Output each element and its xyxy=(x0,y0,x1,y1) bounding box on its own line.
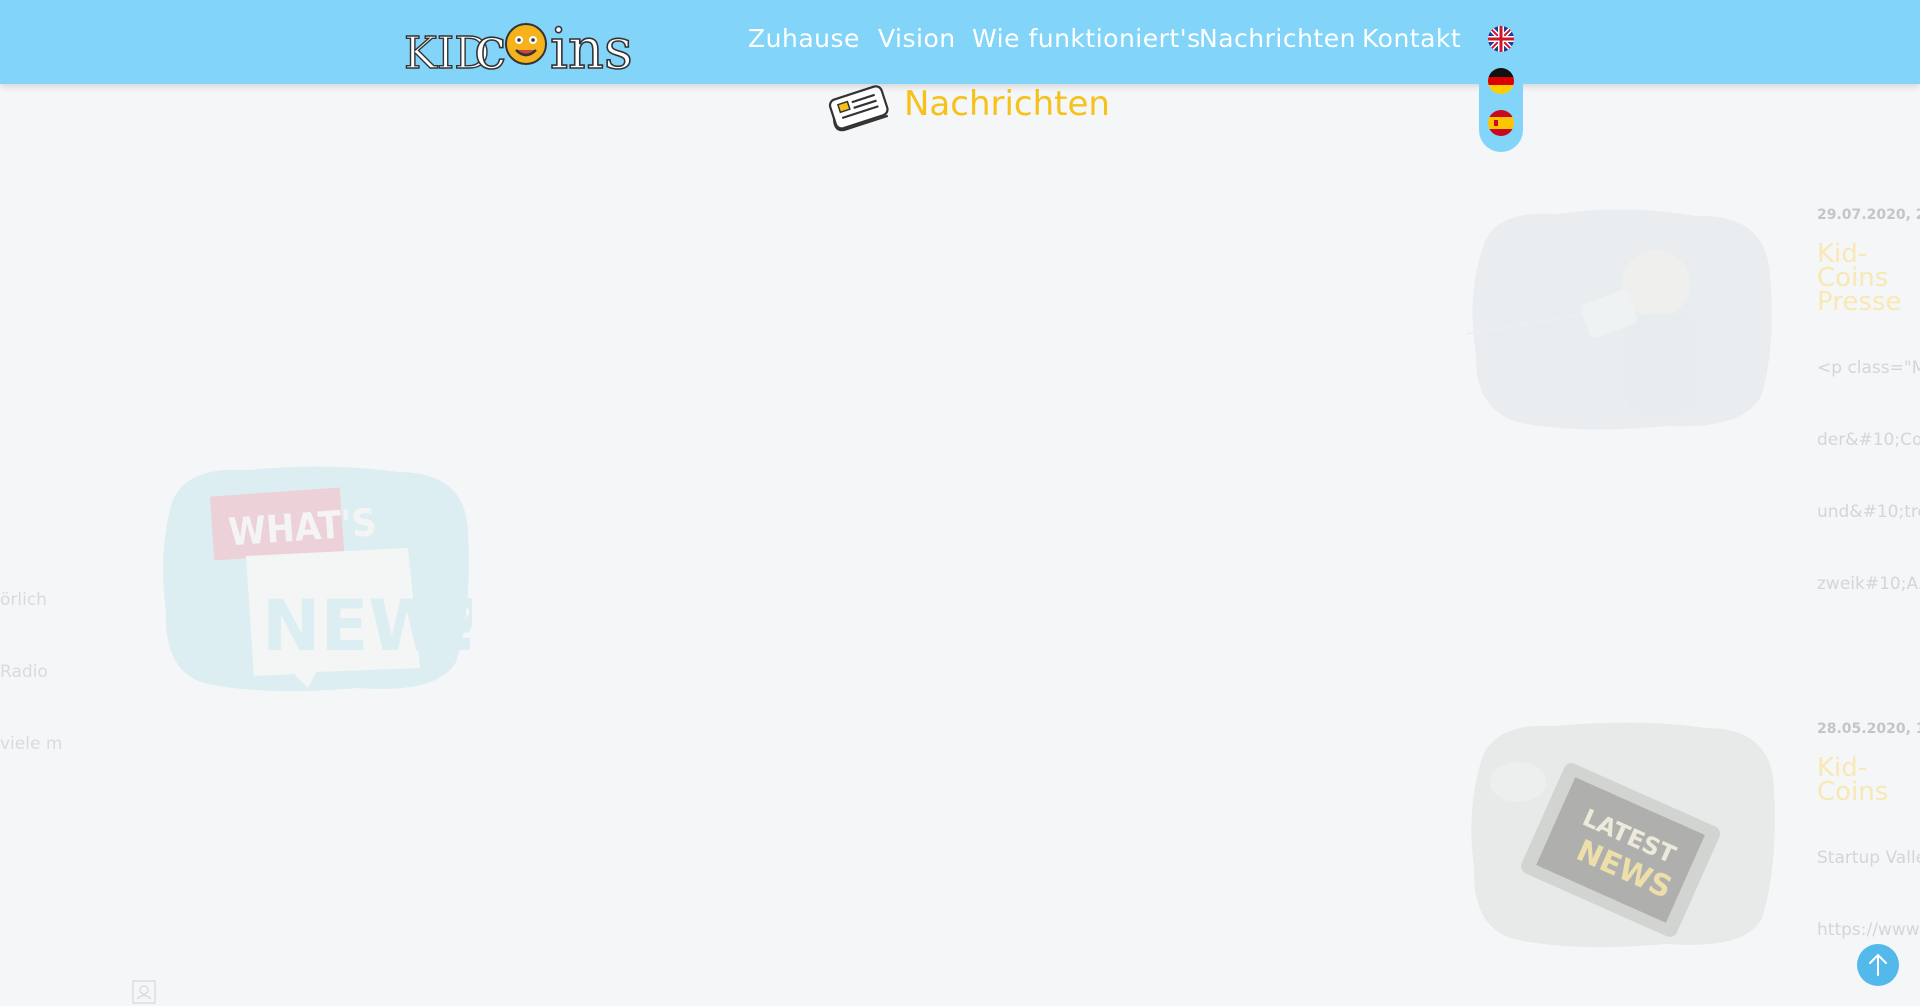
nav-wie-funktionierts[interactable]: Wie funktioniert's xyxy=(972,24,1201,53)
excerpt-line: viele m xyxy=(0,734,63,754)
excerpt-line: örlich xyxy=(0,590,47,610)
news-item-1[interactable]: 29.07.2020, 23: Kid-Coins Presse <p clas… xyxy=(1466,204,1920,594)
news-excerpt: <p class="Mo der&#10;Cov und&#10;tre zwe… xyxy=(1817,308,1920,644)
news-item-2[interactable]: LATEST NEWS 28.05.2020, 15: Kid-Coins St… xyxy=(1466,718,1920,958)
news-date: 28.05.2020, 15: xyxy=(1817,721,1920,737)
arrow-up-icon xyxy=(1869,953,1887,976)
news-title-line: Kid-Coins xyxy=(1817,239,1889,293)
cut-off-excerpt: örlich Radio viele m xyxy=(0,540,70,780)
page-title: Nachrichten xyxy=(904,84,1110,124)
nav-kontakt[interactable]: Kontakt xyxy=(1362,24,1461,53)
top-navigation-bar: KID c ins Zuhause Vision Wie funktionier… xyxy=(0,0,1920,84)
excerpt-line: der&#10;Cov xyxy=(1817,430,1920,450)
excerpt-line: zweik#10;A... xyxy=(1817,574,1920,594)
nav-nachrichten[interactable]: Nachrichten xyxy=(1199,24,1356,53)
news-title[interactable]: Kid-Coins xyxy=(1817,753,1920,807)
image-placeholder-icon[interactable] xyxy=(132,980,156,1004)
uk-flag-icon[interactable] xyxy=(1488,26,1514,52)
nav-vision[interactable]: Vision xyxy=(878,24,956,53)
scroll-to-top-button[interactable] xyxy=(1857,944,1899,986)
news-item-whats-new[interactable]: WHAT'S NEW? xyxy=(158,462,472,696)
news-title[interactable]: Kid-Coins Presse xyxy=(1817,239,1920,315)
news-title-line: Kid-Coins xyxy=(1817,753,1889,807)
excerpt-line: Radio xyxy=(0,662,48,682)
germany-flag-icon[interactable] xyxy=(1488,68,1514,94)
news-date: 29.07.2020, 23: xyxy=(1817,207,1920,223)
news-image-latest-news: LATEST NEWS xyxy=(1471,722,1775,948)
excerpt-line: Startup Valle xyxy=(1817,848,1920,868)
spain-flag-icon[interactable] xyxy=(1488,110,1514,136)
language-switcher xyxy=(1479,12,1523,152)
newspaper-icon xyxy=(828,85,889,132)
nav-zuhause[interactable]: Zuhause xyxy=(748,24,860,53)
news-image-whats-new: WHAT'S NEW? xyxy=(163,466,472,692)
excerpt-line: und&#10;tre xyxy=(1817,502,1920,522)
excerpt-line: https://www. xyxy=(1817,920,1920,940)
news-image-tin-can-phone xyxy=(1466,209,1772,430)
main-menu: Zuhause Vision Wie funktioniert's Nachri… xyxy=(0,24,1920,60)
excerpt-line: <p class="Mo xyxy=(1817,358,1920,378)
svg-text:NEW?: NEW? xyxy=(262,585,472,667)
